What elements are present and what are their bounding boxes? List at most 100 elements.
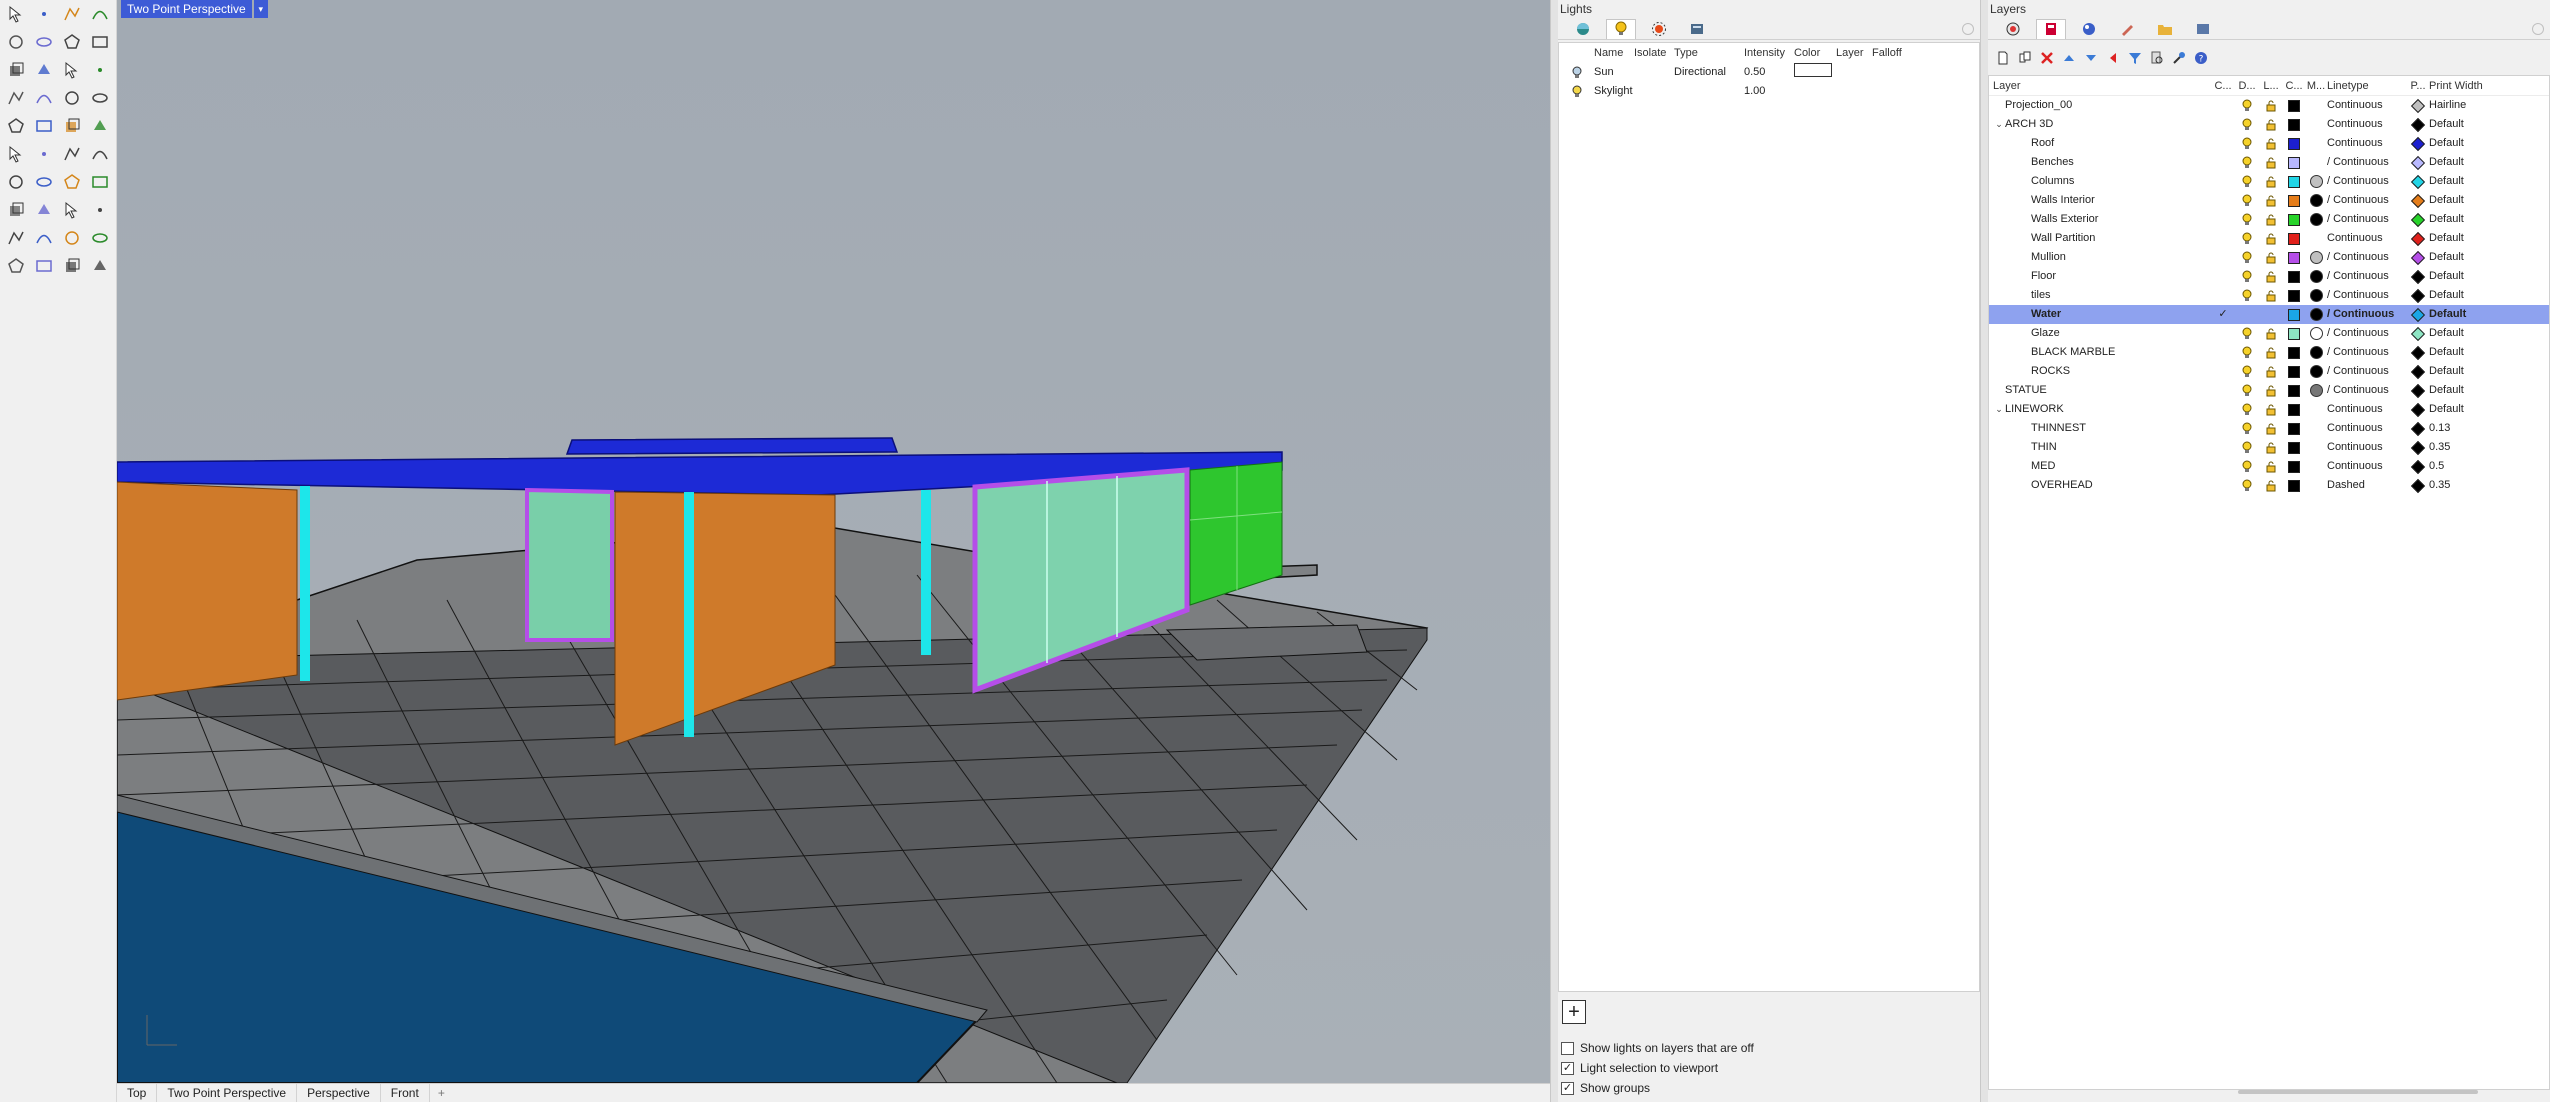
layer-lock-icon[interactable] xyxy=(2259,366,2283,378)
layer-material-icon[interactable] xyxy=(2305,194,2327,207)
print-color-diamond-icon[interactable] xyxy=(2407,478,2429,493)
print-color-diamond-icon[interactable] xyxy=(2407,307,2429,322)
layer-color-swatch[interactable] xyxy=(2283,308,2305,321)
layer-linetype[interactable]: / Continuous xyxy=(2327,248,2407,267)
layer-row-black-marble[interactable]: BLACK MARBLE / Continuous Default xyxy=(1989,343,2549,362)
layer-visibility-bulb-icon[interactable] xyxy=(2235,403,2259,417)
col-layer[interactable]: Layer xyxy=(1989,76,2211,95)
layer-row-wall-partition[interactable]: Wall Partition Continuous Default xyxy=(1989,229,2549,248)
layer-name[interactable]: Columns xyxy=(1989,172,2211,191)
layer-material-icon[interactable] xyxy=(2305,346,2327,359)
layer-print-width[interactable]: Default xyxy=(2429,115,2519,134)
layer-name[interactable]: ⌄ ARCH 3D xyxy=(1989,115,2211,134)
print-color-diamond-icon[interactable] xyxy=(2407,98,2429,113)
current-layer-check-icon[interactable]: ✓ xyxy=(2211,305,2235,324)
render-settings-tab-icon[interactable] xyxy=(1682,19,1712,39)
polyline-icon[interactable] xyxy=(58,0,86,28)
layer-material-icon[interactable] xyxy=(2305,308,2327,321)
layer-material-icon[interactable] xyxy=(2305,289,2327,302)
layer-name[interactable]: Projection_00 xyxy=(1989,96,2211,115)
trim-icon[interactable] xyxy=(86,112,114,140)
join-icon[interactable] xyxy=(58,112,86,140)
layer-tools-icon[interactable] xyxy=(2170,49,2188,67)
move-icon[interactable] xyxy=(2,168,30,196)
environment-tab-icon[interactable] xyxy=(1568,19,1598,39)
col-linetype[interactable]: Linetype xyxy=(2327,76,2407,95)
layer-name[interactable]: Walls Exterior xyxy=(1989,210,2211,229)
layer-row-walls-interior[interactable]: Walls Interior / Continuous Default xyxy=(1989,191,2549,210)
print-color-diamond-icon[interactable] xyxy=(2407,383,2429,398)
layer-color-swatch[interactable] xyxy=(2283,384,2305,397)
layer-row-columns[interactable]: Columns / Continuous Default xyxy=(1989,172,2549,191)
layer-color-swatch[interactable] xyxy=(2283,232,2305,245)
lights-tab-icon[interactable] xyxy=(1606,18,1636,39)
layer-linetype[interactable]: Continuous xyxy=(2327,134,2407,153)
layer-color-swatch[interactable] xyxy=(2283,403,2305,416)
mesh-icon[interactable] xyxy=(2,224,30,252)
col-current[interactable]: C... xyxy=(2211,76,2235,95)
layer-visibility-bulb-icon[interactable] xyxy=(2235,384,2259,398)
layer-color-swatch[interactable] xyxy=(2283,137,2305,150)
layer-lock-icon[interactable] xyxy=(2259,100,2283,112)
layer-print-width[interactable]: Default xyxy=(2429,343,2519,362)
expand-chevron-icon[interactable]: ⌄ xyxy=(1993,400,2005,419)
layer-print-width[interactable]: Default xyxy=(2429,400,2519,419)
layer-color-swatch[interactable] xyxy=(2283,441,2305,454)
col-print-width[interactable]: Print Width xyxy=(2429,76,2519,95)
col-layer[interactable]: Layer xyxy=(1836,43,1872,63)
col-print-color[interactable]: P... xyxy=(2407,76,2429,95)
layer-material-icon[interactable] xyxy=(2305,270,2327,283)
rectangle-icon[interactable] xyxy=(86,28,114,56)
light-row[interactable]: Skylight 1.00 xyxy=(1559,82,1979,101)
layer-name[interactable]: ROCKS xyxy=(1989,362,2211,381)
layer-material-icon[interactable] xyxy=(2305,213,2327,226)
layer-lock-icon[interactable] xyxy=(2259,423,2283,435)
print-color-diamond-icon[interactable] xyxy=(2407,326,2429,341)
rotate-icon[interactable] xyxy=(58,140,86,168)
add-viewport-tab-button[interactable]: + xyxy=(430,1086,453,1100)
light-isolate[interactable] xyxy=(1634,82,1674,101)
col-isolate[interactable]: Isolate xyxy=(1634,43,1674,63)
filter-icon[interactable] xyxy=(2126,49,2144,67)
layer-linetype[interactable]: Dashed xyxy=(2327,476,2407,495)
print-color-diamond-icon[interactable] xyxy=(2407,231,2429,246)
layer-visibility-bulb-icon[interactable] xyxy=(2235,327,2259,341)
layer-print-width[interactable]: 0.35 xyxy=(2429,438,2519,457)
layer-visibility-bulb-icon[interactable] xyxy=(2235,422,2259,436)
layer-row-projection-00[interactable]: Projection_00 Continuous Hairline xyxy=(1989,96,2549,115)
col-material[interactable]: M... xyxy=(2305,76,2327,95)
layer-visibility-bulb-icon[interactable] xyxy=(2235,232,2259,246)
layer-material-icon[interactable] xyxy=(2305,365,2327,378)
mirror-icon[interactable] xyxy=(58,168,86,196)
layer-print-width[interactable]: Default xyxy=(2429,229,2519,248)
layer-color-swatch[interactable] xyxy=(2283,118,2305,131)
layers-tab-icon[interactable] xyxy=(2036,18,2066,39)
col-lock[interactable]: L... xyxy=(2259,76,2283,95)
light-intensity[interactable]: 1.00 xyxy=(1744,82,1794,101)
circle-icon[interactable] xyxy=(2,28,30,56)
layer-color-swatch[interactable] xyxy=(2283,422,2305,435)
layer-row-glaze[interactable]: Glaze / Continuous Default xyxy=(1989,324,2549,343)
layer-color-swatch[interactable] xyxy=(2283,346,2305,359)
layer-linetype[interactable]: / Continuous xyxy=(2327,286,2407,305)
viewport-menu-chevron-icon[interactable]: ▾ xyxy=(253,0,268,18)
layer-visibility-bulb-icon[interactable] xyxy=(2235,175,2259,189)
named-views-tab-icon[interactable] xyxy=(2188,19,2218,39)
layer-name[interactable]: Glaze xyxy=(1989,324,2211,343)
layer-color-swatch[interactable] xyxy=(2283,194,2305,207)
layer-lock-icon[interactable] xyxy=(2259,252,2283,264)
layer-lock-icon[interactable] xyxy=(2259,119,2283,131)
layer-print-width[interactable]: 0.5 xyxy=(2429,457,2519,476)
layer-print-width[interactable]: Default xyxy=(2429,172,2519,191)
files-tab-icon[interactable] xyxy=(2150,19,2180,39)
layer-linetype[interactable]: Continuous xyxy=(2327,457,2407,476)
col-color[interactable]: Color xyxy=(1794,43,1836,63)
checkbox[interactable] xyxy=(1561,1041,1574,1055)
tab-front[interactable]: Front xyxy=(381,1084,430,1102)
explode-icon[interactable] xyxy=(30,112,58,140)
camera-icon[interactable] xyxy=(58,252,86,280)
layers-panel-close-icon[interactable] xyxy=(2532,22,2544,35)
layer-color-swatch[interactable] xyxy=(2283,289,2305,302)
move-down-icon[interactable] xyxy=(2082,49,2100,67)
print-color-diamond-icon[interactable] xyxy=(2407,174,2429,189)
